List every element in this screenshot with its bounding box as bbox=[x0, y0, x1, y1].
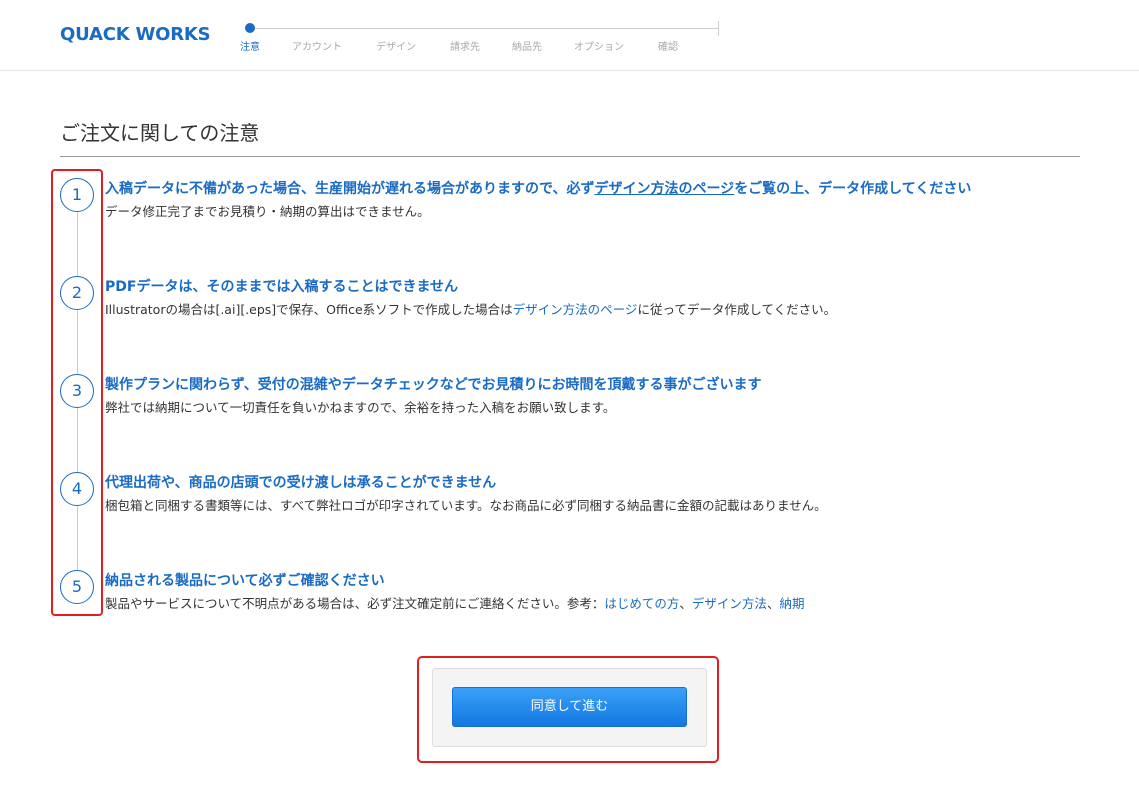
notice-body: 梱包箱と同梱する書類等には、すべて弊社ロゴが印字されています。なお商品に必ず同梱… bbox=[105, 498, 827, 513]
step-design: デザイン bbox=[376, 42, 416, 53]
agree-and-proceed-button[interactable]: 同意して進む bbox=[452, 687, 687, 727]
quackworks-logo[interactable]: QUACK WORKS bbox=[60, 24, 211, 45]
notice-body-text: Illustratorの場合は[.ai][.eps]で保存、Office系ソフト… bbox=[105, 302, 513, 317]
notice-body: 弊社では納期について一切責任を負いかねますので、余裕を持った入稿をお願い致します… bbox=[105, 400, 616, 415]
notice-body-text: 製品やサービスについて不明点がある場合は、必ず注文確定前にご連絡ください。参考： bbox=[105, 596, 605, 611]
notice-heading: 入稿データに不備があった場合、生産開始が遅れる場合がありますので、必ずデザイン方… bbox=[105, 180, 971, 198]
notice-body: Illustratorの場合は[.ai][.eps]で保存、Office系ソフト… bbox=[105, 302, 836, 318]
notice-heading: 納品される製品について必ずご確認ください bbox=[105, 573, 385, 589]
notice-2: PDFデータは、そのままでは入稿することはできません Illustratorの場… bbox=[105, 278, 836, 318]
progress-end-marker bbox=[718, 21, 719, 36]
progress-steps: 注意 アカウント デザイン 請求先 納品先 オプション 確認 bbox=[240, 18, 720, 58]
notice-number-5: 5 bbox=[60, 570, 94, 604]
progress-line bbox=[250, 28, 719, 29]
step-options: オプション bbox=[574, 42, 624, 53]
step-delivery: 納品先 bbox=[512, 42, 542, 53]
design-method-link[interactable]: デザイン方法 bbox=[692, 596, 767, 611]
notice-heading: 代理出荷や、商品の店頭での受け渡しは承ることができません bbox=[105, 475, 497, 491]
notice-number-1: 1 bbox=[60, 178, 94, 212]
step-confirm: 確認 bbox=[658, 42, 678, 53]
notice-body-text: に従ってデータ作成してください。 bbox=[637, 302, 837, 317]
step-billing: 請求先 bbox=[450, 42, 480, 53]
notice-3: 製作プランに関わらず、受付の混雑やデータチェックなどでお見積りにお時間を頂戴する… bbox=[105, 376, 761, 416]
design-method-link[interactable]: デザイン方法のページ bbox=[513, 302, 638, 317]
notice-number-2: 2 bbox=[60, 276, 94, 310]
notice-heading-text: をご覧の上、データ作成してください bbox=[734, 181, 972, 197]
notice-body: データ修正完了までお見積り・納期の算出はできません。 bbox=[105, 204, 430, 219]
header: QUACK WORKS 注意 アカウント デザイン 請求先 納品先 オプション … bbox=[0, 0, 1139, 71]
design-method-link[interactable]: デザイン方法のページ bbox=[594, 181, 734, 197]
notice-heading: 製作プランに関わらず、受付の混雑やデータチェックなどでお見積りにお時間を頂戴する… bbox=[105, 377, 762, 393]
page-title: ご注文に関しての注意 bbox=[60, 121, 260, 145]
notice-1: 入稿データに不備があった場合、生産開始が遅れる場合がありますので、必ずデザイン方… bbox=[105, 180, 971, 220]
beginners-link[interactable]: はじめての方 bbox=[604, 596, 679, 611]
notice-heading: PDFデータは、そのままでは入稿することはできません bbox=[105, 279, 459, 295]
notice-body: 製品やサービスについて不明点がある場合は、必ず注文確定前にご連絡ください。参考：… bbox=[105, 596, 804, 612]
notice-number-3: 3 bbox=[60, 374, 94, 408]
notice-number-4: 4 bbox=[60, 472, 94, 506]
link-separator: 、 bbox=[766, 596, 780, 611]
current-step-dot bbox=[245, 23, 255, 33]
notice-4: 代理出荷や、商品の店頭での受け渡しは承ることができません 梱包箱と同梱する書類等… bbox=[105, 474, 827, 514]
link-separator: 、 bbox=[679, 596, 692, 611]
step-account: アカウント bbox=[292, 42, 342, 53]
delivery-time-link[interactable]: 納期 bbox=[779, 596, 804, 611]
notice-5: 納品される製品について必ずご確認ください 製品やサービスについて不明点がある場合… bbox=[105, 572, 804, 612]
notice-heading-text: 入稿データに不備があった場合、生産開始が遅れる場合がありますので、必ず bbox=[105, 181, 595, 197]
title-divider bbox=[60, 156, 1080, 157]
step-caution: 注意 bbox=[240, 42, 260, 53]
